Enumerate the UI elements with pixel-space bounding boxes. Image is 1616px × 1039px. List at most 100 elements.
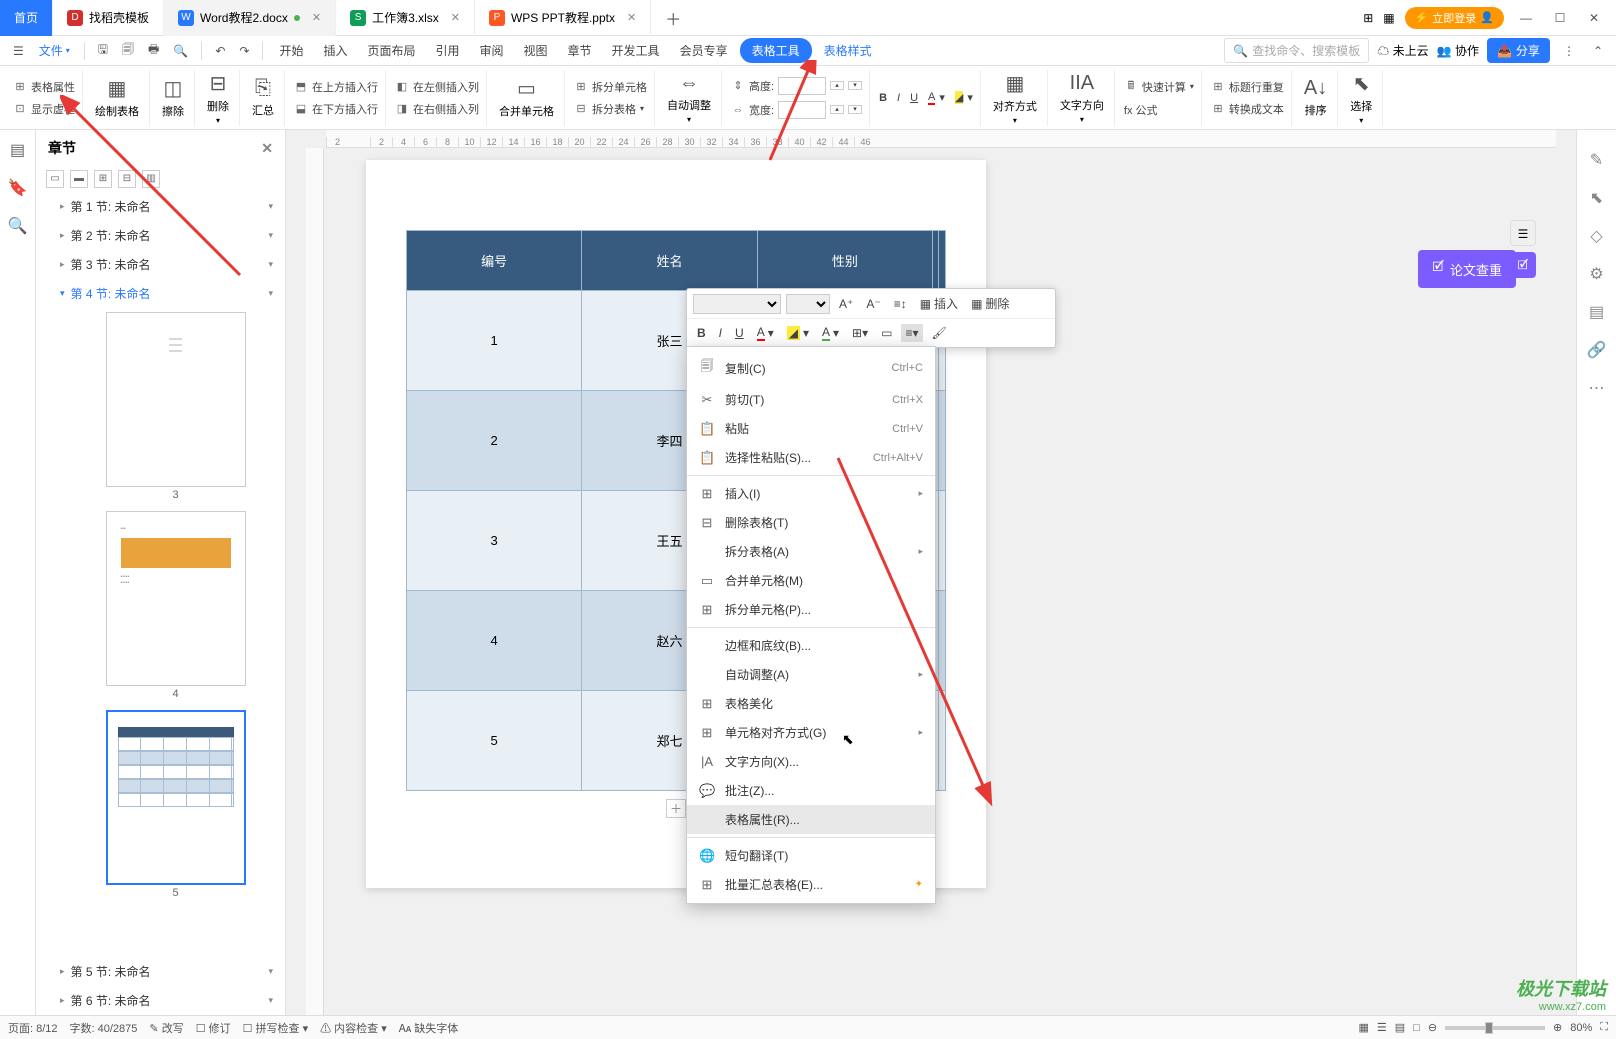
spellcheck-button[interactable]: ☐ 拼写检查 ▾ [243, 1020, 309, 1036]
page-thumb-selected[interactable] [106, 710, 246, 885]
show-gridlines-button[interactable]: ⊡显示虚框 [10, 99, 78, 119]
thesis-check-button[interactable]: 🗹 论文查重 [1418, 250, 1516, 288]
cm-paste-special[interactable]: 📋选择性粘贴(S)...Ctrl+Alt+V [687, 443, 935, 472]
table-header[interactable]: 编号 [407, 231, 582, 291]
eraser-button[interactable]: ◫擦除 [156, 74, 190, 121]
more-icon[interactable]: ⋯ [1589, 378, 1605, 398]
split-cells-button[interactable]: ⊞拆分单元格 [571, 77, 650, 97]
menu-dev[interactable]: 开发工具 [604, 38, 668, 63]
gear-icon[interactable]: ⚙ [1589, 264, 1603, 284]
font-size-select[interactable] [786, 294, 830, 314]
font-color-button[interactable]: A▾ [925, 89, 948, 107]
menu-layout[interactable]: 页面布局 [359, 38, 423, 63]
command-search[interactable]: 🔍 查找命令、搜索模板 [1224, 38, 1369, 63]
close-button[interactable]: ✕ [1582, 11, 1606, 25]
table-cell[interactable]: 3 [407, 491, 582, 591]
draw-table-button[interactable]: ▦绘制表格 [89, 74, 145, 121]
formula-button[interactable]: fx 公式 [1121, 100, 1197, 120]
menu-start[interactable]: 开始 [271, 38, 311, 63]
cm-split-table[interactable]: 拆分表格(A)▸ [687, 537, 935, 566]
view-read[interactable]: □ [1413, 1022, 1420, 1034]
table-header[interactable]: 姓名 [582, 231, 757, 291]
menu-table-tools[interactable]: 表格工具 [740, 38, 812, 63]
vertical-ruler[interactable] [306, 148, 324, 1015]
calc-button[interactable]: 🖩快速计算▾ [1121, 75, 1197, 98]
table-props-button[interactable]: ⊞表格属性 [10, 77, 78, 97]
cm-beautify[interactable]: ⊞表格美化 [687, 689, 935, 718]
view-web[interactable]: ☰ [1377, 1021, 1387, 1034]
more-icon[interactable]: ⋮ [1558, 40, 1580, 62]
cm-autofit[interactable]: 自动调整(A)▸ [687, 660, 935, 689]
shrink-font-button[interactable]: A⁻ [862, 295, 884, 313]
insert-row-below-button[interactable]: ⬓在下方插入行 [291, 99, 381, 119]
menu-icon[interactable]: ☰ [8, 40, 29, 62]
collapse-ribbon-icon[interactable]: ⌃ [1588, 40, 1608, 62]
table-cell[interactable]: 5 [407, 691, 582, 791]
height-input[interactable] [778, 77, 826, 95]
table-header[interactable] [939, 231, 946, 291]
italic-button[interactable]: I [715, 324, 726, 342]
repeat-header-button[interactable]: ⊞标题行重复 [1208, 77, 1287, 97]
font-color-button[interactable]: A▾ [753, 323, 778, 343]
outline-icon[interactable]: ▤ [10, 140, 25, 160]
menu-view[interactable]: 视图 [516, 38, 556, 63]
save-icon[interactable]: 🖫 [93, 36, 113, 65]
section-item[interactable]: ▸第 5 节: 未命名▾ [36, 957, 285, 986]
search-icon[interactable]: 🔍 [8, 216, 28, 236]
borders-button[interactable]: ⊞▾ [848, 324, 872, 342]
mini-delete-button[interactable]: ▦删除 [967, 293, 1013, 314]
missing-font-button[interactable]: 🗛 缺失字体 [399, 1020, 459, 1036]
link-icon[interactable]: 🔗 [1587, 340, 1607, 360]
zoom-out-button[interactable]: ⊖ [1428, 1021, 1437, 1034]
delete-button[interactable]: ⊟删除▾ [201, 69, 235, 127]
menu-table-style[interactable]: 表格样式 [816, 38, 880, 63]
insert-col-left-button[interactable]: ◧在左侧插入列 [392, 77, 482, 97]
document-editor[interactable]: 2246810121416182022242628303234363840424… [286, 130, 1576, 1015]
cm-translate[interactable]: 🌐短句翻译(T) [687, 841, 935, 870]
preview-icon[interactable]: 🔍 [168, 40, 193, 62]
new-tab-button[interactable]: ＋ [651, 6, 695, 30]
revise-button[interactable]: ☐ 修订 [196, 1020, 231, 1036]
table-cell[interactable]: 2 [407, 391, 582, 491]
cm-cell-align[interactable]: ⊞单元格对齐方式(G)▸ [687, 718, 935, 747]
apps-icon[interactable]: ▦ [1383, 11, 1394, 25]
close-icon[interactable]: ✕ [627, 11, 636, 24]
split-table-button[interactable]: ⊟拆分表格▾ [571, 99, 650, 119]
grid-icon[interactable]: ⊞ [1363, 11, 1373, 25]
align-button[interactable]: ≡▾ [901, 324, 922, 342]
table-cell[interactable]: 1 [407, 291, 582, 391]
tool-3[interactable]: ⊞ [94, 170, 112, 188]
step-up[interactable]: ▴ [830, 81, 844, 90]
tab-template[interactable]: D 找稻壳模板 [53, 0, 164, 36]
cm-delete-table[interactable]: ⊟删除表格(T) [687, 508, 935, 537]
merge-button[interactable]: ▭ [877, 324, 896, 342]
section-item[interactable]: ▸第 2 节: 未命名▾ [36, 221, 285, 250]
page-thumb[interactable]: ••••••••••••• [106, 511, 246, 686]
close-icon[interactable]: ✕ [261, 140, 273, 157]
grow-font-button[interactable]: A⁺ [835, 295, 857, 313]
fit-button[interactable]: ⛶ [1600, 1021, 1608, 1034]
width-input[interactable] [778, 101, 826, 119]
align-button[interactable]: ▦对齐方式▾ [987, 69, 1043, 127]
close-icon[interactable]: ✕ [312, 11, 321, 24]
add-row-button[interactable]: ＋ [666, 799, 686, 818]
view-outline[interactable]: ▤ [1395, 1021, 1405, 1034]
view-print[interactable]: ▦ [1358, 1021, 1368, 1034]
step-up[interactable]: ▴ [830, 105, 844, 114]
maximize-button[interactable]: ☐ [1548, 11, 1572, 25]
insert-row-above-button[interactable]: ⬒在上方插入行 [291, 77, 381, 97]
save-as-icon[interactable]: 🗐 [117, 36, 139, 65]
layers-icon[interactable]: ▤ [1589, 302, 1604, 322]
shading-button[interactable]: A▾ [818, 323, 843, 343]
tool-1[interactable]: ▭ [46, 170, 64, 188]
page-thumb[interactable]: ═════════ [106, 312, 246, 487]
undo-icon[interactable]: ↶ [210, 40, 230, 62]
menu-section[interactable]: 章节 [560, 38, 600, 63]
cm-text-direction[interactable]: |A文字方向(X)... [687, 747, 935, 776]
step-down[interactable]: ▾ [848, 105, 862, 114]
section-item[interactable]: ▸第 1 节: 未命名▾ [36, 192, 285, 221]
cm-copy[interactable]: 🗐复制(C)Ctrl+C [687, 351, 935, 385]
text-dir-button[interactable]: IIA文字方向▾ [1054, 70, 1110, 126]
file-menu[interactable]: 文件▾ [33, 38, 76, 63]
word-count[interactable]: 字数: 40/2875 [70, 1020, 138, 1036]
